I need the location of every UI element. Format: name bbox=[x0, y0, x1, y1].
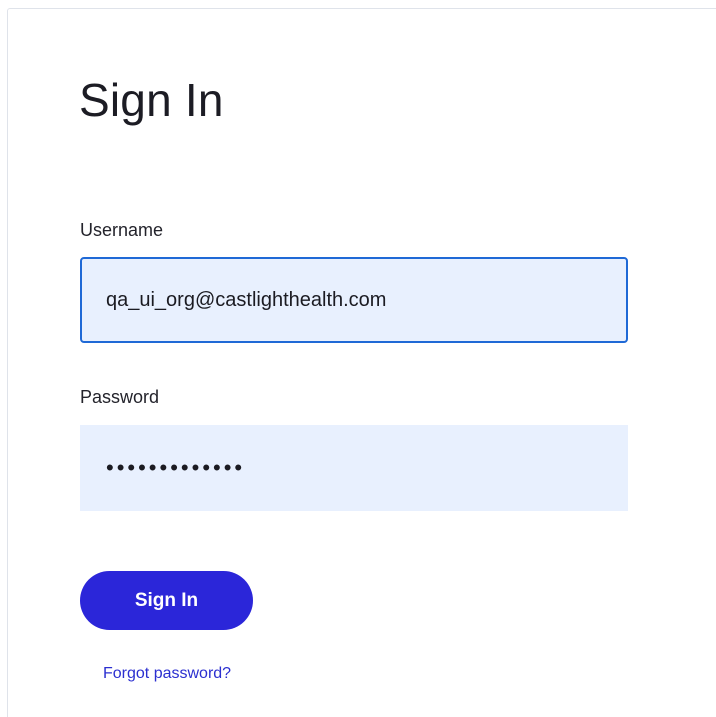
password-label: Password bbox=[80, 387, 160, 407]
username-input[interactable] bbox=[82, 259, 626, 341]
username-field-wrapper bbox=[80, 257, 628, 343]
sign-in-page: Sign In Username Password Sign In Forgot… bbox=[0, 0, 716, 717]
page-title: Sign In bbox=[79, 74, 224, 126]
sign-in-button[interactable]: Sign In bbox=[80, 571, 253, 630]
password-input[interactable] bbox=[80, 425, 628, 511]
forgot-password-link[interactable]: Forgot password? bbox=[103, 664, 231, 684]
username-label: Username bbox=[80, 220, 164, 240]
password-field-wrapper bbox=[80, 425, 628, 511]
